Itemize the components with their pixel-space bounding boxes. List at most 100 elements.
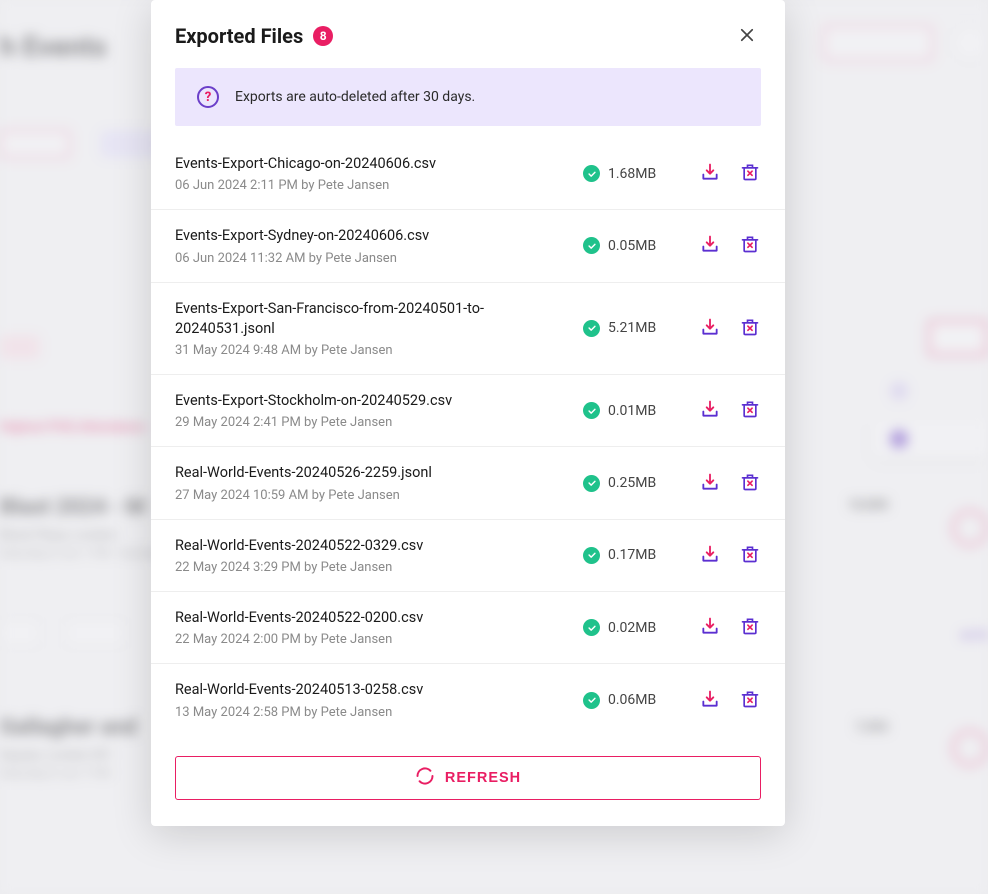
file-actions [699, 472, 761, 494]
download-button[interactable] [699, 317, 721, 339]
file-meta: 31 May 2024 9:48 AM by Pete Jansen [175, 343, 567, 358]
file-info: Real-World-Events-20240526-2259.jsonl27 … [175, 463, 567, 502]
file-info: Real-World-Events-20240513-0258.csv 13 Ma… [175, 680, 567, 719]
file-row: Events-Export-Stockholm-on-20240529.csv 2… [151, 375, 785, 447]
file-meta: 06 Jun 2024 11:32 AM by Pete Jansen [175, 251, 567, 266]
delete-button[interactable] [739, 617, 761, 639]
file-info: Events-Export-San-Francisco-from-2024050… [175, 299, 567, 359]
download-icon [700, 317, 720, 340]
download-button[interactable] [699, 617, 721, 639]
file-row: Real-World-Events-20240522-0200.csv 22 Ma… [151, 592, 785, 664]
file-size: 0.02MB [608, 620, 656, 636]
delete-button[interactable] [739, 317, 761, 339]
delete-button[interactable] [739, 472, 761, 494]
trash-icon [740, 317, 760, 340]
file-meta: 13 May 2024 2:58 PM by Pete Jansen [175, 705, 567, 720]
trash-icon [740, 544, 760, 567]
file-row: Real-World-Events-20240526-2259.jsonl27 … [151, 447, 785, 519]
file-row: Events-Export-San-Francisco-from-2024050… [151, 283, 785, 376]
refresh-button[interactable]: REFRESH [175, 756, 761, 800]
check-circle-icon [583, 692, 600, 709]
download-button[interactable] [699, 472, 721, 494]
check-circle-icon [583, 320, 600, 337]
file-status: 1.68MB [583, 165, 683, 182]
download-icon [700, 399, 720, 422]
file-info: Events-Export-Chicago-on-20240606.csv06 … [175, 154, 567, 193]
delete-button[interactable] [739, 544, 761, 566]
download-button[interactable] [699, 163, 721, 185]
delete-button[interactable] [739, 163, 761, 185]
check-circle-icon [583, 402, 600, 419]
trash-icon [740, 472, 760, 495]
file-size: 0.05MB [608, 238, 656, 254]
modal-title-wrap: Exported Files 8 [175, 24, 333, 48]
file-meta: 22 May 2024 2:00 PM by Pete Jansen [175, 632, 567, 647]
modal-header: Exported Files 8 [151, 0, 785, 68]
delete-button[interactable] [739, 235, 761, 257]
file-info: Real-World-Events-20240522-0329.csv 22 Ma… [175, 536, 567, 575]
file-size: 0.17MB [608, 547, 656, 563]
download-icon [700, 162, 720, 185]
file-info: Real-World-Events-20240522-0200.csv 22 Ma… [175, 608, 567, 647]
file-row: Real-World-Events-20240513-0258.csv 13 Ma… [151, 664, 785, 735]
file-info: Events-Export-Sydney-on-20240606.csv06 J… [175, 226, 567, 265]
file-size: 1.68MB [608, 166, 656, 182]
file-name: Events-Export-Stockholm-on-20240529.csv [175, 391, 567, 411]
delete-button[interactable] [739, 400, 761, 422]
download-button[interactable] [699, 544, 721, 566]
file-count-badge: 8 [313, 26, 333, 46]
file-row: Events-Export-Chicago-on-20240606.csv06 … [151, 138, 785, 210]
info-banner-text: Exports are auto-deleted after 30 days. [235, 89, 475, 105]
file-status: 5.21MB [583, 320, 683, 337]
file-size: 5.21MB [608, 320, 656, 336]
file-status: 0.02MB [583, 619, 683, 636]
file-size: 0.06MB [608, 692, 656, 708]
download-icon [700, 616, 720, 639]
file-name: Events-Export-San-Francisco-from-2024050… [175, 299, 567, 340]
modal-title: Exported Files [175, 24, 303, 48]
trash-icon [740, 162, 760, 185]
download-button[interactable] [699, 235, 721, 257]
refresh-button-label: REFRESH [445, 770, 521, 786]
file-name: Real-World-Events-20240522-0200.csv [175, 608, 567, 628]
file-actions [699, 163, 761, 185]
trash-icon [740, 689, 760, 712]
file-actions [699, 317, 761, 339]
question-circle-icon: ? [197, 86, 219, 108]
trash-icon [740, 234, 760, 257]
file-list: Events-Export-Chicago-on-20240606.csv 06 … [151, 138, 785, 736]
trash-icon [740, 399, 760, 422]
file-row: Real-World-Events-20240522-0329.csv 22 Ma… [151, 520, 785, 592]
file-size: 0.25MB [608, 475, 656, 491]
file-actions [699, 544, 761, 566]
delete-button[interactable] [739, 689, 761, 711]
file-meta: 29 May 2024 2:41 PM by Pete Jansen [175, 415, 567, 430]
modal-footer: REFRESH [151, 736, 785, 826]
file-name: Real-World-Events-20240526-2259.jsonl [175, 463, 567, 483]
file-status: 0.17MB [583, 547, 683, 564]
file-size: 0.01MB [608, 403, 656, 419]
file-actions [699, 689, 761, 711]
file-meta: 22 May 2024 3:29 PM by Pete Jansen [175, 560, 567, 575]
file-name: Events-Export-Chicago-on-20240606.csv [175, 154, 567, 174]
trash-icon [740, 616, 760, 639]
refresh-icon [415, 766, 435, 790]
check-circle-icon [583, 237, 600, 254]
file-status: 0.06MB [583, 692, 683, 709]
file-row: Events-Export-Sydney-on-20240606.csv06 J… [151, 210, 785, 282]
file-actions [699, 400, 761, 422]
file-status: 0.01MB [583, 402, 683, 419]
close-icon [738, 26, 756, 47]
exported-files-modal: Exported Files 8 ? Exports are auto-dele… [151, 0, 785, 826]
download-icon [700, 544, 720, 567]
download-icon [700, 472, 720, 495]
file-info: Events-Export-Stockholm-on-20240529.csv 2… [175, 391, 567, 430]
file-name: Real-World-Events-20240513-0258.csv [175, 680, 567, 700]
download-button[interactable] [699, 689, 721, 711]
download-button[interactable] [699, 400, 721, 422]
file-name: Real-World-Events-20240522-0329.csv [175, 536, 567, 556]
close-button[interactable] [733, 22, 761, 50]
file-status: 0.25MB [583, 475, 683, 492]
download-icon [700, 689, 720, 712]
file-status: 0.05MB [583, 237, 683, 254]
